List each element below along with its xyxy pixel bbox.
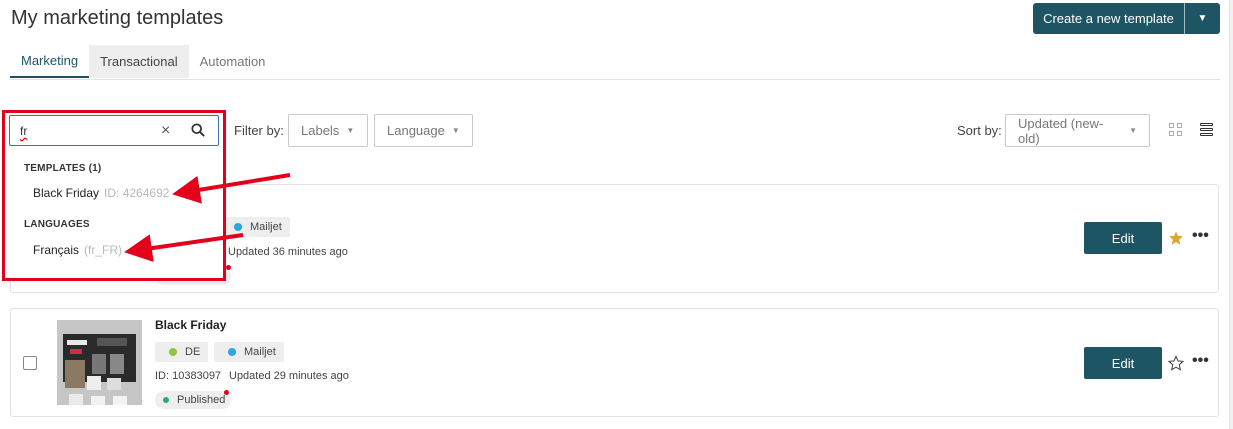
updated-text: Updated 29 minutes ago bbox=[229, 370, 349, 382]
annotation-dot bbox=[224, 390, 229, 395]
tabs-divider bbox=[10, 79, 1220, 80]
page-title: My marketing templates bbox=[11, 7, 224, 29]
owner-tag-label: Mailjet bbox=[244, 346, 276, 358]
chevron-down-icon[interactable]: ▼ bbox=[1185, 3, 1220, 34]
edit-button[interactable]: Edit bbox=[1084, 347, 1162, 379]
more-options-icon[interactable]: ••• bbox=[1192, 352, 1209, 370]
create-template-button[interactable]: Create a new template bbox=[1033, 3, 1184, 34]
annotation-highlight-box bbox=[2, 110, 226, 281]
template-thumbnail[interactable] bbox=[57, 320, 142, 405]
status-label: Published bbox=[177, 394, 226, 406]
owner-dot bbox=[228, 348, 236, 356]
owner-tag: Mailjet bbox=[214, 342, 284, 362]
labels-dropdown-label: Labels bbox=[301, 123, 340, 138]
grid-view-icon[interactable] bbox=[1169, 123, 1183, 137]
status-dot bbox=[163, 397, 169, 403]
owner-dot bbox=[234, 223, 242, 231]
select-checkbox[interactable] bbox=[23, 356, 37, 370]
filter-label: Filter by: bbox=[234, 123, 284, 138]
annotation-dot bbox=[226, 265, 231, 270]
page-scrollbar[interactable] bbox=[1229, 0, 1233, 429]
labels-dropdown[interactable]: Labels ▼ bbox=[288, 114, 368, 147]
tab-marketing[interactable]: Marketing bbox=[10, 45, 90, 78]
tab-automation[interactable]: Automation bbox=[189, 45, 277, 78]
sort-label: Sort by: bbox=[957, 123, 1002, 138]
language-tag-label: DE bbox=[185, 346, 201, 358]
template-tabs: Marketing Transactional Automation bbox=[10, 45, 276, 79]
status-badge: Published bbox=[155, 391, 232, 409]
language-dropdown[interactable]: Language ▼ bbox=[374, 114, 473, 147]
star-outline-icon[interactable] bbox=[1168, 355, 1184, 371]
language-dropdown-label: Language bbox=[387, 123, 445, 138]
template-title[interactable]: Black Friday bbox=[155, 318, 226, 332]
chevron-down-icon: ▼ bbox=[1129, 126, 1137, 135]
updated-text: Updated 36 minutes ago bbox=[228, 246, 348, 258]
language-dot bbox=[169, 348, 177, 356]
sort-dropdown[interactable]: Updated (new-old) ▼ bbox=[1005, 114, 1150, 147]
edit-button[interactable]: Edit bbox=[1084, 222, 1162, 254]
chevron-down-icon: ▼ bbox=[346, 126, 355, 135]
owner-tag: Mailjet bbox=[220, 217, 290, 237]
button-divider bbox=[1184, 3, 1185, 34]
tab-transactional[interactable]: Transactional bbox=[89, 45, 189, 78]
more-options-icon[interactable]: ••• bbox=[1192, 227, 1209, 245]
chevron-down-icon: ▼ bbox=[451, 126, 460, 135]
sort-dropdown-value: Updated (new-old) bbox=[1018, 115, 1104, 146]
template-id: ID: 10383097 bbox=[155, 370, 222, 382]
create-template-button-group[interactable]: Create a new template ▼ bbox=[1033, 3, 1220, 34]
language-tag: DE bbox=[155, 342, 209, 362]
list-view-icon[interactable] bbox=[1200, 123, 1214, 137]
owner-tag-label: Mailjet bbox=[250, 221, 282, 233]
star-filled-icon[interactable] bbox=[1168, 230, 1184, 246]
